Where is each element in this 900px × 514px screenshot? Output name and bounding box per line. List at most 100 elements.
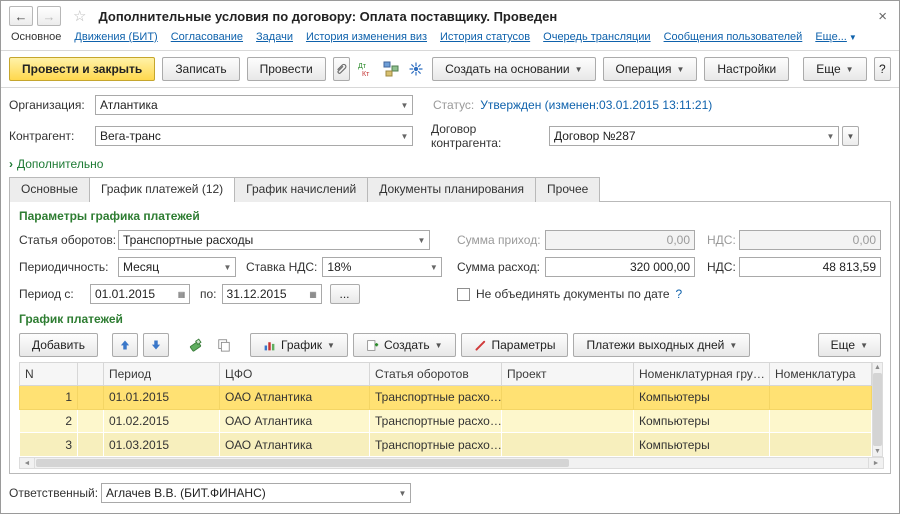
cell-n[interactable]: 3 (20, 433, 78, 457)
cell-cfo[interactable]: ОАО Атлантика (220, 433, 370, 457)
nav-item-approval[interactable]: Согласование (171, 31, 243, 43)
choose-icon[interactable]: ▼ (395, 484, 410, 502)
table-row[interactable]: 3 01.03.2015 ОАО Атлантика Транспортные … (20, 433, 872, 457)
contract-field[interactable]: ▼ (549, 126, 839, 146)
operation-button[interactable]: Операция▼ (603, 57, 698, 81)
expense-vat-input[interactable] (740, 258, 880, 276)
post-and-close-button[interactable]: Провести и закрыть (9, 57, 155, 81)
period-from-field[interactable]: ▦ (90, 284, 190, 304)
grid-more-button[interactable]: Еще▼ (818, 333, 881, 357)
cell-period[interactable]: 01.03.2015 (104, 433, 220, 457)
expense-sum-input[interactable] (546, 258, 694, 276)
col-nomenclature-group[interactable]: Номенклатурная гру… (634, 363, 770, 386)
responsible-input[interactable] (102, 484, 395, 502)
choose-icon[interactable]: ▼ (414, 231, 429, 249)
cell-project[interactable] (502, 433, 634, 457)
move-up-button[interactable] (112, 333, 138, 357)
responsible-field[interactable]: ▼ (101, 483, 411, 503)
tab-accrual-schedule[interactable]: График начислений (234, 177, 368, 202)
cell-marker[interactable] (78, 433, 104, 457)
col-n[interactable]: N (20, 363, 78, 386)
cell-nomenclature[interactable] (770, 433, 872, 457)
parameters-button[interactable]: Параметры (461, 333, 569, 357)
horizontal-scrollbar[interactable]: ◄ ► (19, 457, 884, 469)
create-on-basis-button[interactable]: Создать на основании▼ (432, 57, 595, 81)
tab-payment-schedule[interactable]: График платежей (12) (89, 177, 235, 202)
attachments-button[interactable] (333, 57, 350, 81)
col-cfo[interactable]: ЦФО (220, 363, 370, 386)
expense-vat-field[interactable] (739, 257, 881, 277)
post-button[interactable]: Провести (247, 57, 326, 81)
cell-cfo[interactable]: ОАО Атлантика (220, 409, 370, 433)
cell-nomenclature-group[interactable]: Компьютеры (634, 409, 770, 433)
cell-project[interactable] (502, 386, 634, 410)
additional-group-link[interactable]: › Дополнительно (9, 157, 103, 171)
nav-item-user-messages[interactable]: Сообщения пользователей (664, 31, 803, 43)
table-row[interactable]: 2 01.02.2015 ОАО Атлантика Транспортные … (20, 409, 872, 433)
cell-n[interactable]: 2 (20, 409, 78, 433)
scroll-down-icon[interactable]: ▼ (874, 448, 881, 455)
cell-cfo[interactable]: ОАО Атлантика (220, 386, 370, 410)
help-question-link[interactable]: ? (676, 287, 683, 301)
forward-button[interactable]: → (37, 6, 61, 26)
chart-button[interactable]: График▼ (250, 333, 348, 357)
choose-icon[interactable]: ▼ (426, 258, 441, 276)
organization-input[interactable] (96, 96, 397, 114)
cell-nomenclature-group[interactable]: Компьютеры (634, 433, 770, 457)
turnover-item-field[interactable]: ▼ (118, 230, 430, 250)
nav-item-visa-history[interactable]: История изменения виз (306, 31, 427, 43)
nav-more-menu[interactable]: Еще...▼ (815, 31, 856, 43)
period-from-input[interactable] (91, 285, 174, 303)
col-project[interactable]: Проект (502, 363, 634, 386)
organization-field[interactable]: ▼ (95, 95, 413, 115)
copy-row-button[interactable] (212, 333, 236, 357)
choose-icon[interactable]: ▼ (397, 127, 412, 145)
dont-merge-checkbox[interactable] (457, 288, 470, 301)
contract-input[interactable] (550, 127, 823, 145)
periodicity-field[interactable]: ▼ (118, 257, 236, 277)
cell-turnover-item[interactable]: Транспортные расхо… (370, 433, 502, 457)
expense-sum-field[interactable] (545, 257, 695, 277)
add-row-button[interactable]: Добавить (19, 333, 98, 357)
cell-turnover-item[interactable]: Транспортные расхо… (370, 409, 502, 433)
horizontal-scroll-thumb[interactable] (36, 459, 569, 467)
scroll-right-icon[interactable]: ► (868, 458, 883, 468)
period-to-input[interactable] (223, 285, 306, 303)
back-button[interactable]: ← (9, 6, 33, 26)
cell-nomenclature[interactable] (770, 386, 872, 410)
cell-marker[interactable] (78, 386, 104, 410)
periodicity-input[interactable] (119, 258, 220, 276)
weekend-payments-button[interactable]: Платежи выходных дней▼ (573, 333, 750, 357)
cell-turnover-item[interactable]: Транспортные расхо… (370, 386, 502, 410)
create-documents-button[interactable]: Создать▼ (353, 333, 456, 357)
contract-history-button[interactable]: ▼ (842, 126, 859, 146)
tab-other[interactable]: Прочее (535, 177, 600, 202)
bit-service-button[interactable] (407, 57, 425, 81)
document-structure-button[interactable] (382, 57, 400, 81)
nav-item-translation-queue[interactable]: Очередь трансляции (543, 31, 650, 43)
nav-item-tasks[interactable]: Задачи (256, 31, 293, 43)
vertical-scroll-thumb[interactable] (873, 373, 882, 446)
show-postings-button[interactable]: ДтКт (357, 57, 375, 81)
period-select-button[interactable]: ... (330, 284, 360, 304)
tab-planning-documents[interactable]: Документы планирования (367, 177, 536, 202)
col-period[interactable]: Период (104, 363, 220, 386)
col-turnover-item[interactable]: Статья оборотов (370, 363, 502, 386)
cell-period[interactable]: 01.01.2015 (104, 386, 220, 410)
horizontal-scroll-track[interactable] (35, 458, 868, 468)
favorite-star-icon[interactable]: ☆ (73, 7, 86, 25)
close-button[interactable]: × (874, 8, 891, 25)
choose-icon[interactable]: ▼ (397, 96, 412, 114)
counterparty-field[interactable]: ▼ (95, 126, 413, 146)
period-to-field[interactable]: ▦ (222, 284, 322, 304)
scroll-left-icon[interactable]: ◄ (20, 458, 35, 468)
vat-rate-field[interactable]: ▼ (322, 257, 442, 277)
cell-marker[interactable] (78, 409, 104, 433)
scroll-up-icon[interactable]: ▲ (874, 364, 881, 371)
vat-rate-input[interactable] (323, 258, 426, 276)
counterparty-input[interactable] (96, 127, 397, 145)
cell-project[interactable] (502, 409, 634, 433)
status-link[interactable]: Утвержден (изменен:03.01.2015 13:11:21) (480, 98, 712, 112)
fill-button[interactable] (183, 333, 207, 357)
calendar-icon[interactable]: ▦ (306, 285, 321, 303)
